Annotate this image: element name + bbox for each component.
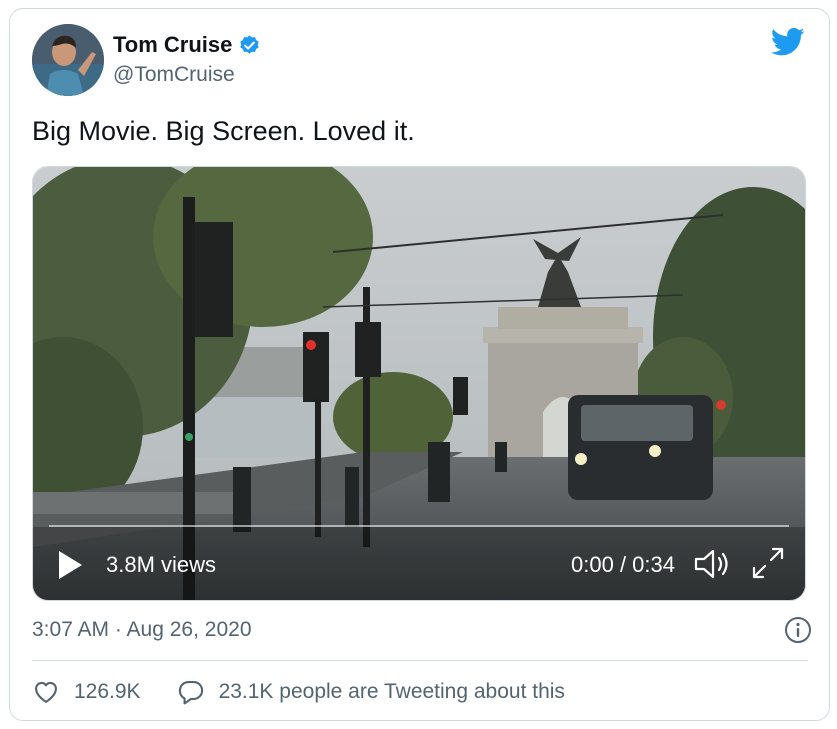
verified-badge-icon — [240, 34, 260, 54]
author-handle[interactable]: @TomCruise — [113, 63, 235, 87]
conversation-link[interactable]: 23.1K people are Tweeting about this — [177, 678, 565, 706]
author-name-row[interactable]: Tom Cruise — [113, 32, 261, 58]
info-icon[interactable] — [784, 616, 812, 644]
reply-bubble-icon — [178, 681, 203, 705]
twitter-bird-icon[interactable] — [771, 27, 805, 57]
avatar[interactable] — [32, 24, 104, 96]
conversation-text: 23.1K people are Tweeting about this — [218, 680, 565, 703]
play-icon[interactable] — [57, 550, 83, 580]
tweet-text: Big Movie. Big Screen. Loved it. — [32, 116, 415, 146]
video-progress-bar[interactable] — [49, 525, 789, 527]
tweet-card: Tom Cruise @TomCruise Big Movie. Big Scr… — [9, 8, 830, 721]
tweet-meta: 3:07 AM · Aug 26, 2020 — [32, 616, 812, 646]
video-controls: 3.8M views 0:00 / 0:34 — [33, 530, 805, 600]
video-views: 3.8M views — [106, 552, 217, 577]
heart-icon — [35, 681, 57, 703]
fullscreen-icon[interactable] — [751, 546, 785, 580]
video-player[interactable]: 3.8M views 0:00 / 0:34 — [32, 166, 806, 601]
divider — [32, 660, 808, 661]
tweet-actions: 126.9K 23.1K people are Tweeting about t… — [32, 675, 565, 709]
tweet-timestamp[interactable]: 3:07 AM · Aug 26, 2020 — [32, 618, 252, 642]
author-name[interactable]: Tom Cruise — [113, 32, 232, 58]
volume-icon[interactable] — [693, 547, 731, 581]
like-count: 126.9K — [74, 680, 141, 703]
video-time: 0:00 / 0:34 — [571, 552, 675, 577]
like-button[interactable]: 126.9K — [32, 678, 141, 706]
